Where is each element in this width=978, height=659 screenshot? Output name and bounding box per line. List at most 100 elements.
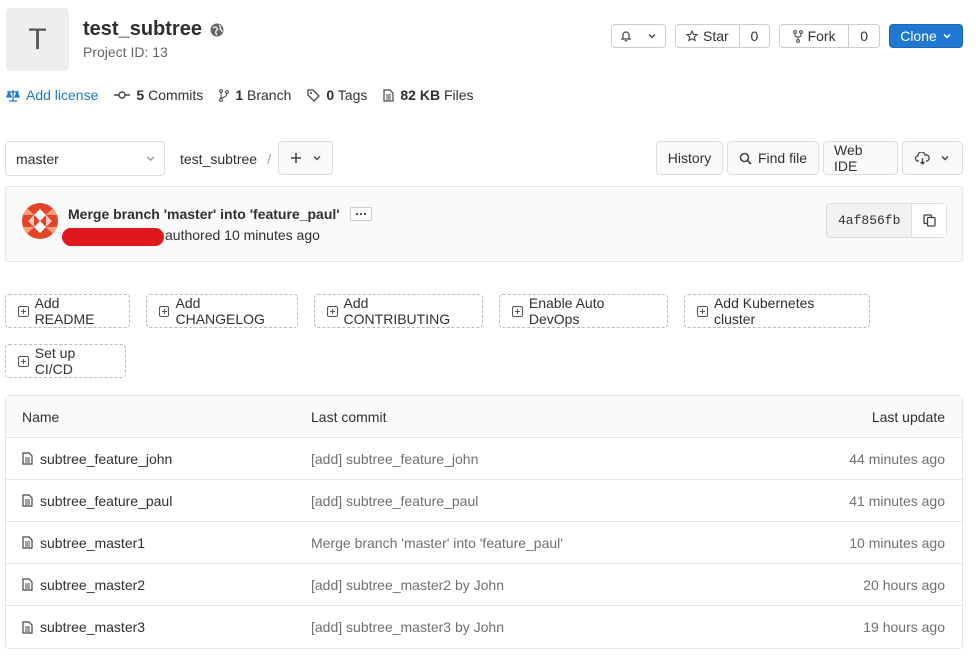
file-last-update: 41 minutes ago [849, 492, 945, 509]
suggestion-label: Set up CI/CD [34, 345, 76, 377]
commit-authored: authored 10 minutes ago [165, 227, 320, 243]
chevron-down-icon [647, 31, 657, 41]
project-avatar: T [6, 8, 69, 71]
file-table: Name Last commit Last update subtree_fea… [5, 395, 963, 649]
project-stats: Add license 5 Commits 1 Branch 0 Tags 82… [6, 87, 474, 103]
branches-link[interactable]: 1 Branch [219, 87, 291, 103]
project-name[interactable]: test_subtree [83, 18, 202, 41]
branch-count: 1 [235, 87, 244, 103]
author-avatar[interactable] [22, 203, 58, 239]
breadcrumb: test_subtree / [180, 151, 271, 167]
commits-count: 5 [136, 87, 145, 103]
plus-square-icon [512, 305, 523, 317]
file-name[interactable]: subtree_master3 [40, 619, 145, 635]
table-row[interactable]: subtree_feature_john [add] subtree_featu… [6, 438, 962, 480]
fork-icon [792, 29, 803, 43]
branch-label: Branch [247, 87, 292, 103]
commit-sha-group: 4af856fb [826, 203, 948, 238]
add-license-label: Add license [26, 87, 99, 103]
add-license-link[interactable]: Add license [6, 87, 98, 103]
suggestion-label: Add README [34, 295, 95, 327]
files-label: Files [443, 87, 474, 103]
redacted-author [62, 228, 164, 246]
fork-label: Fork [807, 28, 836, 44]
add-kubernetes-cluster-button[interactable]: Add Kubernetes cluster [684, 294, 870, 328]
commits-link[interactable]: 5 Commits [114, 87, 203, 103]
clone-label: Clone [900, 28, 937, 44]
breadcrumb-separator: / [267, 151, 271, 167]
add-new-dropdown[interactable] [278, 141, 333, 175]
download-dropdown[interactable] [902, 141, 963, 175]
branch-icon [219, 88, 230, 102]
commit-sha[interactable]: 4af856fb [827, 213, 911, 228]
chevron-down-icon [312, 153, 322, 163]
file-name[interactable]: subtree_feature_john [40, 451, 172, 467]
enable-auto-devops-button[interactable]: Enable Auto DevOps [499, 294, 668, 328]
search-icon [739, 152, 752, 165]
star-icon [686, 30, 698, 42]
table-row[interactable]: subtree_master1 Merge branch 'master' in… [6, 522, 962, 564]
files-link[interactable]: 82 KB Files [383, 87, 474, 103]
set-up-ci-cd-button[interactable]: Set up CI/CD [5, 344, 126, 378]
file-last-commit[interactable]: [add] subtree_master2 by John [311, 577, 762, 593]
table-row[interactable]: subtree_master3 [add] subtree_master3 by… [6, 606, 962, 648]
files-size: 82 KB [400, 87, 441, 103]
tags-link[interactable]: 0 Tags [307, 87, 367, 103]
web-ide-button[interactable]: Web IDE [823, 141, 898, 175]
star-label: Star [703, 28, 729, 44]
file-last-commit[interactable]: [add] subtree_feature_paul [311, 493, 762, 509]
file-icon [22, 494, 33, 507]
table-row[interactable]: subtree_feature_paul [add] subtree_featu… [6, 480, 962, 522]
add-changelog-button[interactable]: Add CHANGELOG [146, 294, 298, 328]
file-last-update: 20 hours ago [863, 576, 945, 593]
header-name: Name [22, 408, 60, 425]
tags-label: Tags [337, 87, 368, 103]
find-file-button[interactable]: Find file [727, 141, 819, 175]
plus-square-icon [159, 305, 170, 317]
star-count[interactable]: 0 [738, 25, 769, 47]
add-contributing-button[interactable]: Add CONTRIBUTING [314, 294, 483, 328]
suggestion-label: Add CONTRIBUTING [343, 295, 451, 327]
file-last-commit[interactable]: [add] subtree_master3 by John [311, 619, 762, 635]
header-last-update: Last update [871, 408, 945, 425]
find-file-label: Find file [757, 150, 808, 166]
project-id: Project ID: 13 [83, 44, 168, 60]
file-name[interactable]: subtree_feature_paul [40, 493, 172, 509]
file-icon [22, 536, 33, 549]
header-last-commit: Last commit [311, 408, 387, 425]
file-icon [22, 620, 33, 634]
file-last-update: 44 minutes ago [849, 450, 945, 467]
file-icon [22, 452, 33, 465]
file-name[interactable]: subtree_master2 [40, 577, 145, 593]
file-last-update: 19 hours ago [863, 619, 945, 635]
branch-select[interactable]: master [5, 141, 165, 176]
suggestion-label: Add Kubernetes cluster [713, 295, 815, 327]
cloud-download-icon [915, 151, 930, 165]
copy-icon[interactable] [911, 204, 947, 237]
fork-button[interactable]: Fork 0 [779, 24, 880, 48]
commit-title-link[interactable]: Merge branch 'master' into 'feature_paul… [68, 206, 340, 222]
file-last-update: 10 minutes ago [849, 534, 945, 551]
file-table-header: Name Last commit Last update [6, 396, 962, 438]
clone-button[interactable]: Clone [889, 24, 963, 48]
table-row[interactable]: subtree_master2 [add] subtree_master2 by… [6, 564, 962, 606]
last-commit-panel [5, 186, 963, 262]
commits-label: Commits [148, 87, 204, 103]
fork-count[interactable]: 0 [848, 25, 879, 47]
file-icon [22, 578, 33, 591]
star-button[interactable]: Star 0 [675, 24, 770, 48]
ellipsis-icon[interactable] [349, 207, 372, 221]
plus-icon [290, 152, 302, 164]
history-button[interactable]: History [656, 141, 723, 175]
file-last-commit[interactable]: [add] subtree_feature_john [311, 451, 762, 467]
plus-square-icon [18, 305, 29, 317]
breadcrumb-root[interactable]: test_subtree [180, 151, 257, 167]
commit-icon [114, 90, 131, 100]
file-last-commit[interactable]: Merge branch 'master' into 'feature_paul… [311, 535, 762, 551]
add-readme-button[interactable]: Add README [5, 294, 130, 328]
notification-dropdown[interactable] [611, 24, 666, 48]
file-name[interactable]: subtree_master1 [40, 535, 145, 551]
plus-square-icon [327, 305, 338, 317]
suggestion-label: Add CHANGELOG [175, 295, 265, 327]
file-icon [383, 88, 394, 102]
